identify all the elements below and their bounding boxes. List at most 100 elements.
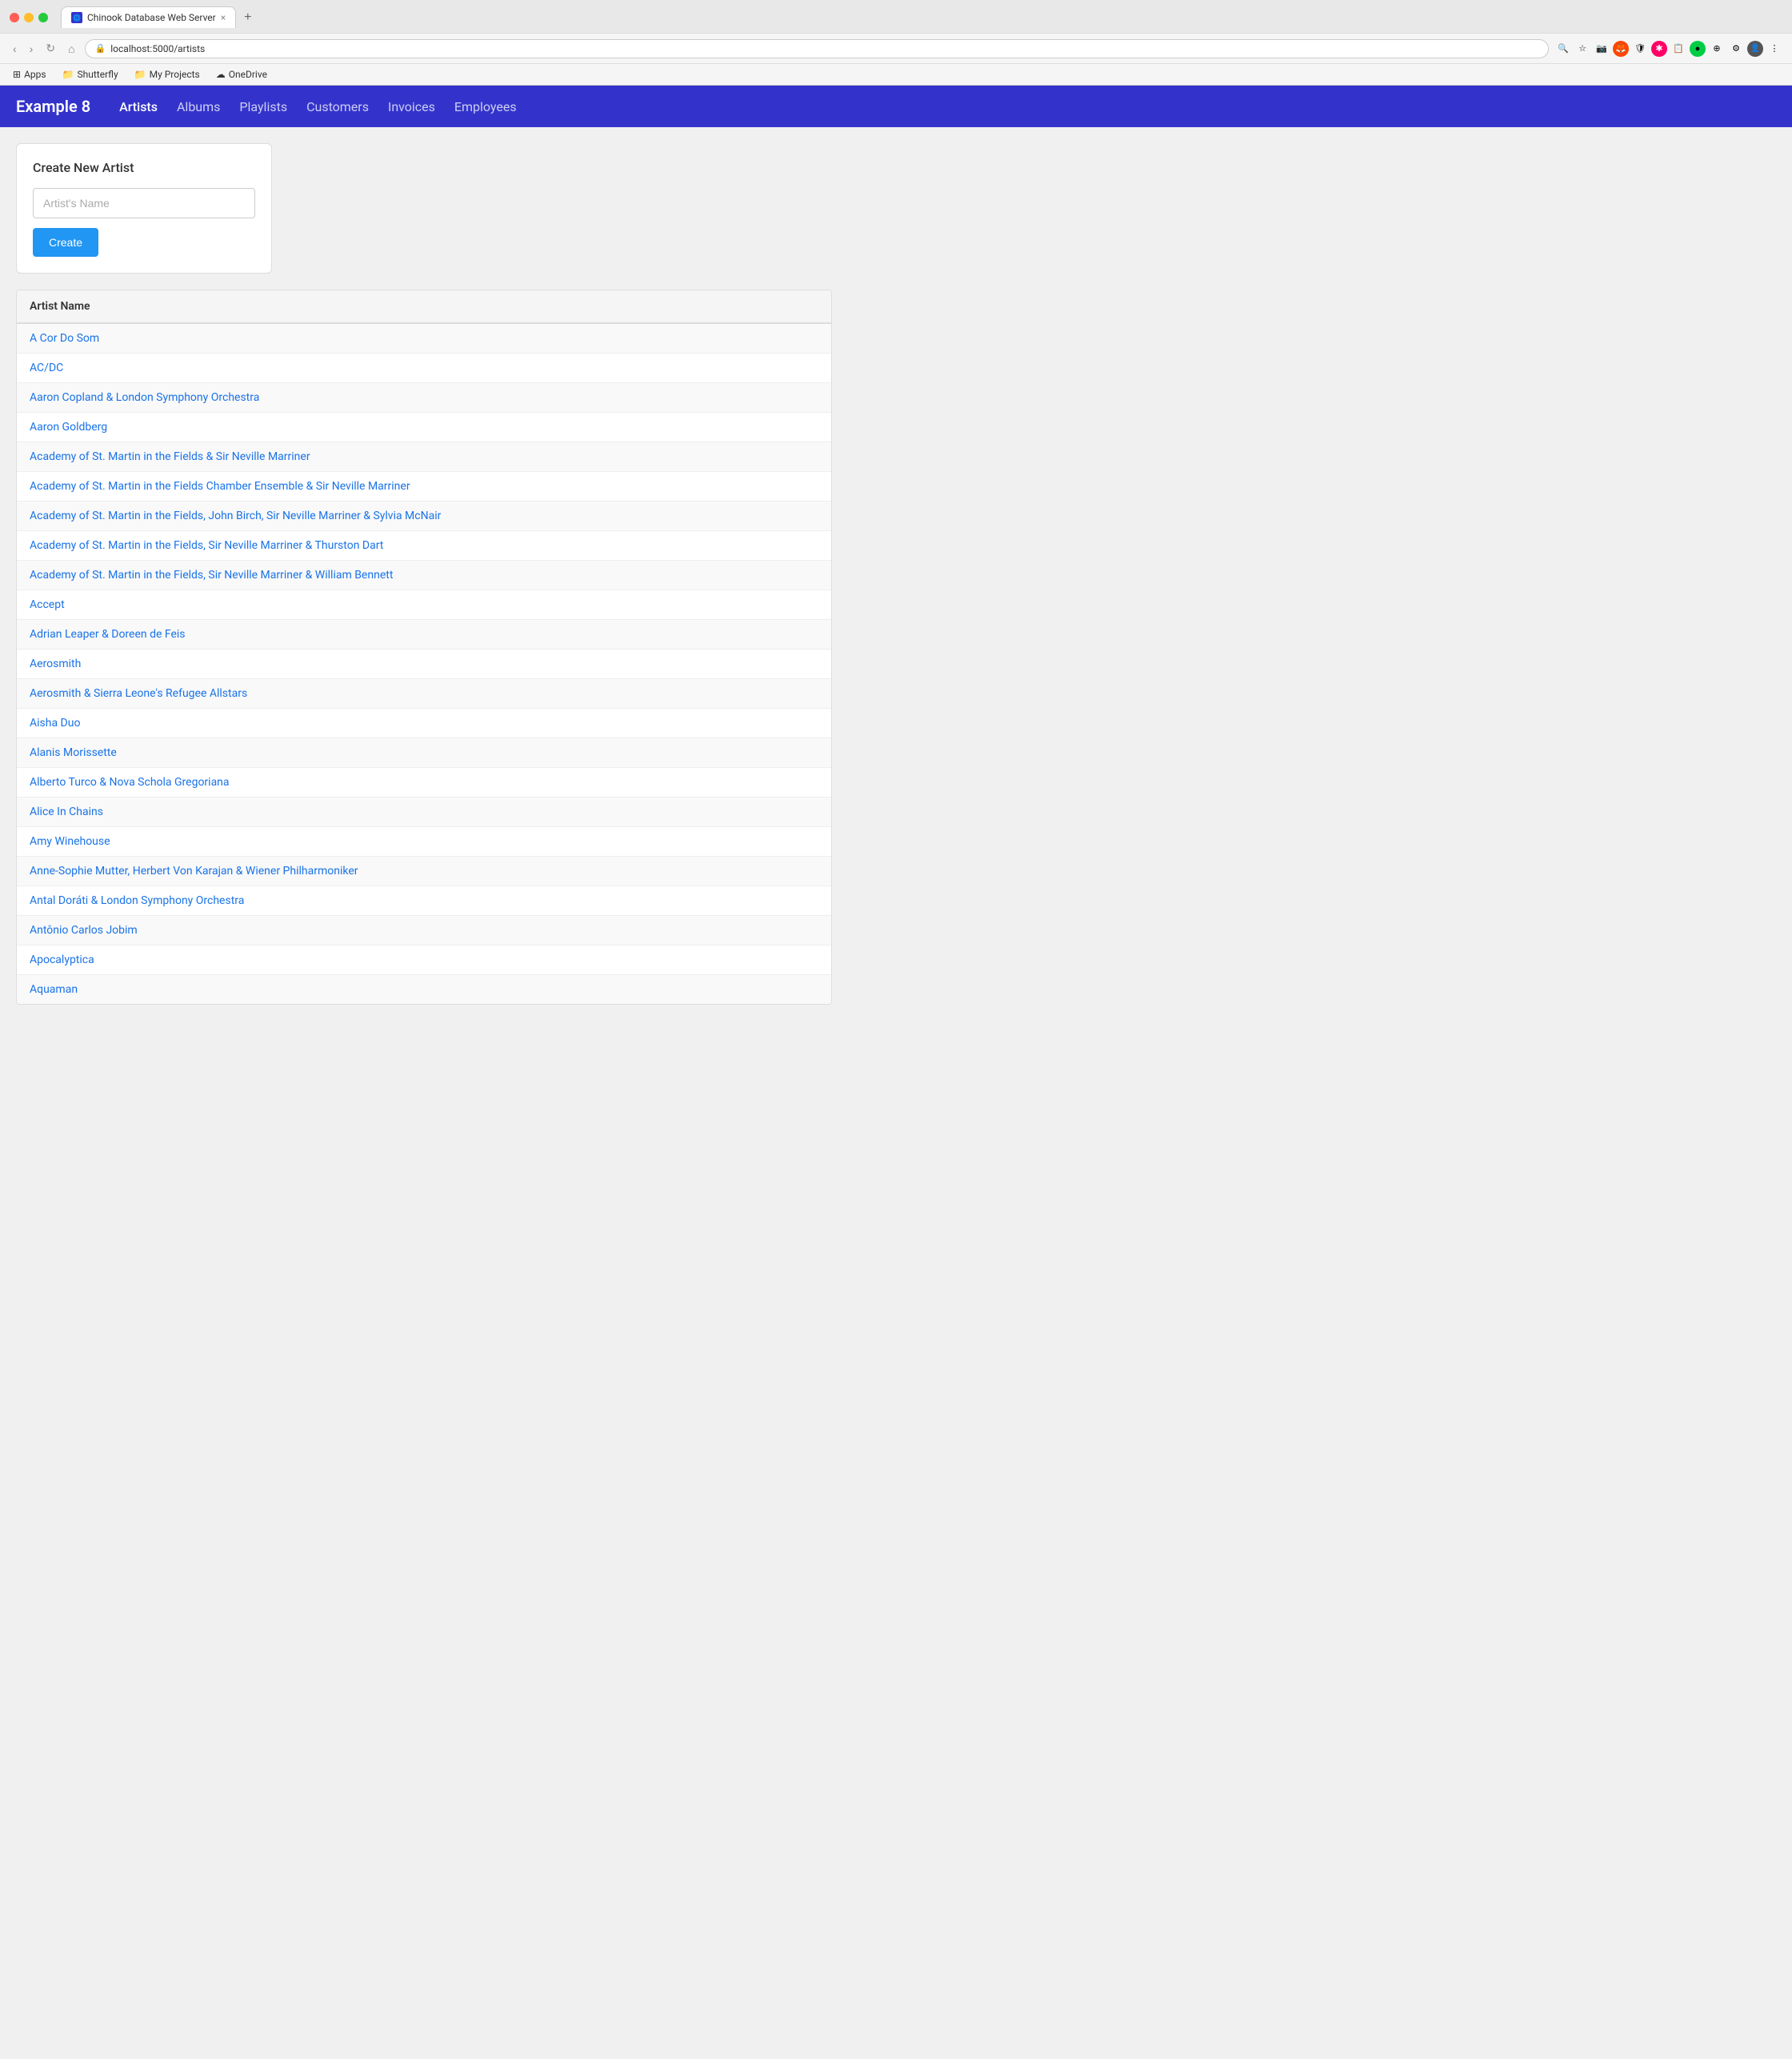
main-content: Create New Artist Create Artist Name A C… <box>0 127 1792 2059</box>
table-row[interactable]: Alanis Morissette <box>17 738 831 768</box>
nav-customers[interactable]: Customers <box>306 96 369 118</box>
artist-link[interactable]: Academy of St. Martin in the Fields Cham… <box>30 480 410 493</box>
artist-link[interactable]: Alanis Morissette <box>30 746 117 759</box>
onedrive-icon: ☁ <box>216 69 226 80</box>
table-row[interactable]: Adrian Leaper & Doreen de Feis <box>17 620 831 650</box>
artist-link[interactable]: Aerosmith & Sierra Leone's Refugee Allst… <box>30 687 247 700</box>
content-wrapper: Create New Artist Create Artist Name A C… <box>16 143 832 1005</box>
artist-link[interactable]: Aaron Copland & London Symphony Orchestr… <box>30 391 259 404</box>
table-row[interactable]: Academy of St. Martin in the Fields Cham… <box>17 472 831 502</box>
menu-icon[interactable]: ⋮ <box>1766 41 1782 57</box>
browser-chrome: 🌐 Chinook Database Web Server × + ‹ › ↻ … <box>0 0 1792 86</box>
extension-icon-1[interactable]: 🦊 <box>1613 41 1629 57</box>
artist-link[interactable]: Aerosmith <box>30 658 81 670</box>
artists-table: Artist Name A Cor Do SomAC/DCAaron Copla… <box>16 290 832 1005</box>
forward-button[interactable]: › <box>26 39 37 58</box>
bookmark-apps[interactable]: ⊞ Apps <box>10 67 50 82</box>
extension-icon-4[interactable]: 📋 <box>1670 41 1686 57</box>
table-row[interactable]: Academy of St. Martin in the Fields, Sir… <box>17 561 831 590</box>
artist-link[interactable]: Anne-Sophie Mutter, Herbert Von Karajan … <box>30 865 358 878</box>
table-row[interactable]: Aaron Goldberg <box>17 413 831 442</box>
nav-artists[interactable]: Artists <box>119 96 158 118</box>
table-row[interactable]: Academy of St. Martin in the Fields, Sir… <box>17 531 831 561</box>
table-row[interactable]: Amy Winehouse <box>17 827 831 857</box>
lock-icon: 🔒 <box>95 43 106 54</box>
artist-link[interactable]: Amy Winehouse <box>30 835 110 848</box>
artist-link[interactable]: Academy of St. Martin in the Fields & Si… <box>30 450 310 463</box>
bookmark-onedrive-label: OneDrive <box>229 69 267 80</box>
artist-link[interactable]: Apocalyptica <box>30 954 94 966</box>
create-artist-card: Create New Artist Create <box>16 143 272 274</box>
refresh-button[interactable]: ↻ <box>42 38 58 58</box>
browser-tab-active[interactable]: 🌐 Chinook Database Web Server × <box>61 6 236 28</box>
table-row[interactable]: Aerosmith & Sierra Leone's Refugee Allst… <box>17 679 831 709</box>
bookmark-shutterfly[interactable]: 📁 Shutterfly <box>59 67 122 82</box>
tab-title: Chinook Database Web Server <box>87 12 216 23</box>
bookmark-onedrive[interactable]: ☁ OneDrive <box>213 67 270 82</box>
traffic-light-green[interactable] <box>38 13 48 22</box>
zoom-icon[interactable]: 🔍 <box>1555 41 1571 57</box>
artists-list: A Cor Do Som AC/DC Aaron Copland & London … <box>17 324 831 1004</box>
artist-name-input[interactable] <box>33 188 255 218</box>
artist-link[interactable]: Alberto Turco & Nova Schola Gregoriana <box>30 776 230 789</box>
tab-favicon: 🌐 <box>71 12 82 23</box>
artist-link[interactable]: Aquaman <box>30 983 78 996</box>
address-text: localhost:5000/artists <box>110 43 1538 54</box>
nav-invoices[interactable]: Invoices <box>388 96 435 118</box>
traffic-light-red[interactable] <box>10 13 19 22</box>
table-row[interactable]: Apocalyptica <box>17 946 831 975</box>
traffic-light-yellow[interactable] <box>24 13 34 22</box>
bookmark-apps-label: Apps <box>24 69 46 80</box>
star-icon[interactable]: ☆ <box>1574 41 1590 57</box>
extension-icon-2[interactable]: 🛡 <box>1632 41 1648 57</box>
home-button[interactable]: ⌂ <box>65 39 78 58</box>
address-bar[interactable]: 🔒 localhost:5000/artists <box>85 39 1549 58</box>
artist-link[interactable]: Antal Doráti & London Symphony Orchestra <box>30 894 244 907</box>
table-row[interactable]: Antônio Carlos Jobim <box>17 916 831 946</box>
artist-link[interactable]: AC/DC <box>30 362 63 374</box>
table-row[interactable]: Antal Doráti & London Symphony Orchestra <box>17 886 831 916</box>
back-button[interactable]: ‹ <box>10 39 20 58</box>
artist-link[interactable]: Alice In Chains <box>30 806 103 818</box>
app-navbar: Example 8 Artists Albums Playlists Custo… <box>0 86 1792 127</box>
table-row[interactable]: Alberto Turco & Nova Schola Gregoriana <box>17 768 831 798</box>
table-row[interactable]: AC/DC <box>17 354 831 383</box>
table-row[interactable]: Aaron Copland & London Symphony Orchestr… <box>17 383 831 413</box>
create-card-title: Create New Artist <box>33 160 255 175</box>
artist-link[interactable]: Academy of St. Martin in the Fields, Sir… <box>30 569 393 582</box>
nav-employees[interactable]: Employees <box>454 96 517 118</box>
artist-link[interactable]: Aisha Duo <box>30 717 80 730</box>
artist-link[interactable]: Adrian Leaper & Doreen de Feis <box>30 628 186 641</box>
extension-icon-3[interactable]: ✱ <box>1651 41 1667 57</box>
artist-link[interactable]: A Cor Do Som <box>30 332 99 345</box>
artist-link[interactable]: Antônio Carlos Jobim <box>30 924 138 937</box>
screenshot-icon[interactable]: 📷 <box>1594 41 1610 57</box>
extension-icon-5[interactable]: ● <box>1690 41 1706 57</box>
bookmarks-bar: ⊞ Apps 📁 Shutterfly 📁 My Projects ☁ OneD… <box>0 63 1792 85</box>
profile-avatar[interactable]: 👤 <box>1747 41 1763 57</box>
table-row[interactable]: Accept <box>17 590 831 620</box>
table-row[interactable]: Aerosmith <box>17 650 831 679</box>
bookmark-myprojects[interactable]: 📁 My Projects <box>131 67 203 82</box>
table-row[interactable]: Aisha Duo <box>17 709 831 738</box>
extension-icon-7[interactable]: ⚙ <box>1728 41 1744 57</box>
tab-close-button[interactable]: × <box>221 12 226 23</box>
nav-playlists[interactable]: Playlists <box>239 96 287 118</box>
table-row[interactable]: Academy of St. Martin in the Fields, Joh… <box>17 502 831 531</box>
myprojects-icon: 📁 <box>134 69 146 80</box>
artist-link[interactable]: Academy of St. Martin in the Fields, Sir… <box>30 539 383 552</box>
artist-link[interactable]: Accept <box>30 598 65 611</box>
extension-icon-6[interactable]: ⊕ <box>1709 41 1725 57</box>
page-wrapper: 🌐 Chinook Database Web Server × + ‹ › ↻ … <box>0 0 1792 2059</box>
table-row[interactable]: Aquaman <box>17 975 831 1004</box>
new-tab-button[interactable]: + <box>238 7 258 28</box>
table-row[interactable]: Anne-Sophie Mutter, Herbert Von Karajan … <box>17 857 831 886</box>
artist-link[interactable]: Aaron Goldberg <box>30 421 107 434</box>
create-button[interactable]: Create <box>33 228 98 257</box>
nav-albums[interactable]: Albums <box>177 96 220 118</box>
table-row[interactable]: Academy of St. Martin in the Fields & Si… <box>17 442 831 472</box>
artist-link[interactable]: Academy of St. Martin in the Fields, Joh… <box>30 510 441 522</box>
table-row[interactable]: A Cor Do Som <box>17 324 831 354</box>
bookmark-shutterfly-label: Shutterfly <box>78 69 118 80</box>
table-row[interactable]: Alice In Chains <box>17 798 831 827</box>
